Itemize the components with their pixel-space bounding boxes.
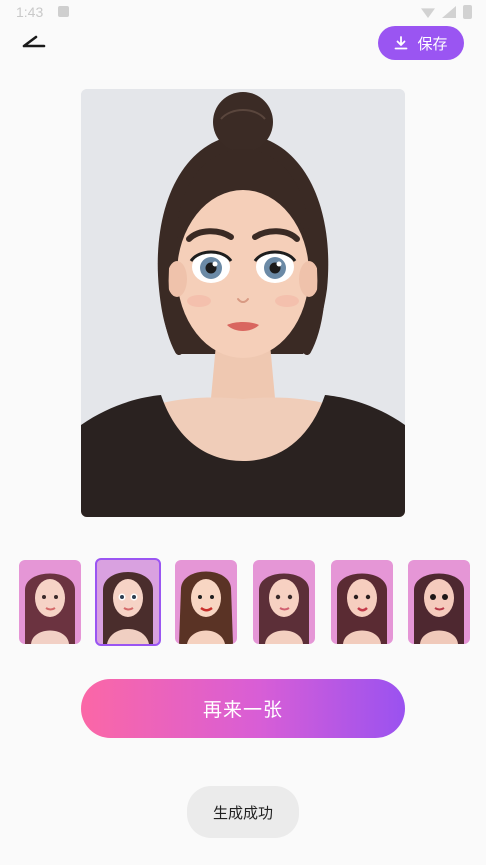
cartoon-portrait-image [81, 89, 405, 517]
style-thumbnail-strip [0, 558, 486, 646]
cartoon-thumbnail-icon [25, 573, 75, 644]
status-icons [421, 5, 472, 19]
signal-icon [442, 6, 456, 18]
regenerate-button-label: 再来一张 [202, 699, 283, 721]
notification-icon [58, 6, 69, 17]
style-thumbnail[interactable] [253, 560, 315, 644]
cartoon-thumbnail-icon [414, 573, 464, 644]
wifi-icon [421, 8, 435, 18]
style-thumbnail-selected[interactable] [95, 558, 161, 646]
status-time: 1:43 [16, 4, 44, 20]
back-arrow-icon [22, 35, 46, 48]
generated-portrait-image [81, 89, 405, 517]
download-icon [394, 36, 408, 50]
toast-text: 生成成功 [212, 803, 273, 822]
cartoon-thumbnail-icon [337, 573, 387, 644]
style-thumbnail[interactable] [175, 560, 237, 644]
save-button-label: 保存 [417, 34, 448, 53]
style-thumbnail[interactable] [331, 560, 393, 644]
status-bar: 1:43 [0, 0, 486, 26]
cartoon-thumbnail-icon [179, 571, 233, 644]
back-button[interactable] [20, 30, 50, 56]
battery-icon [463, 5, 472, 19]
regenerate-button[interactable]: 再来一张 [81, 679, 405, 738]
cartoon-thumbnail-icon [259, 573, 309, 644]
save-button[interactable]: 保存 [378, 26, 464, 60]
cartoon-thumbnail-icon [103, 572, 153, 644]
success-toast: 生成成功 [187, 786, 299, 838]
style-thumbnail[interactable] [408, 560, 470, 644]
style-thumbnail[interactable] [19, 560, 81, 644]
